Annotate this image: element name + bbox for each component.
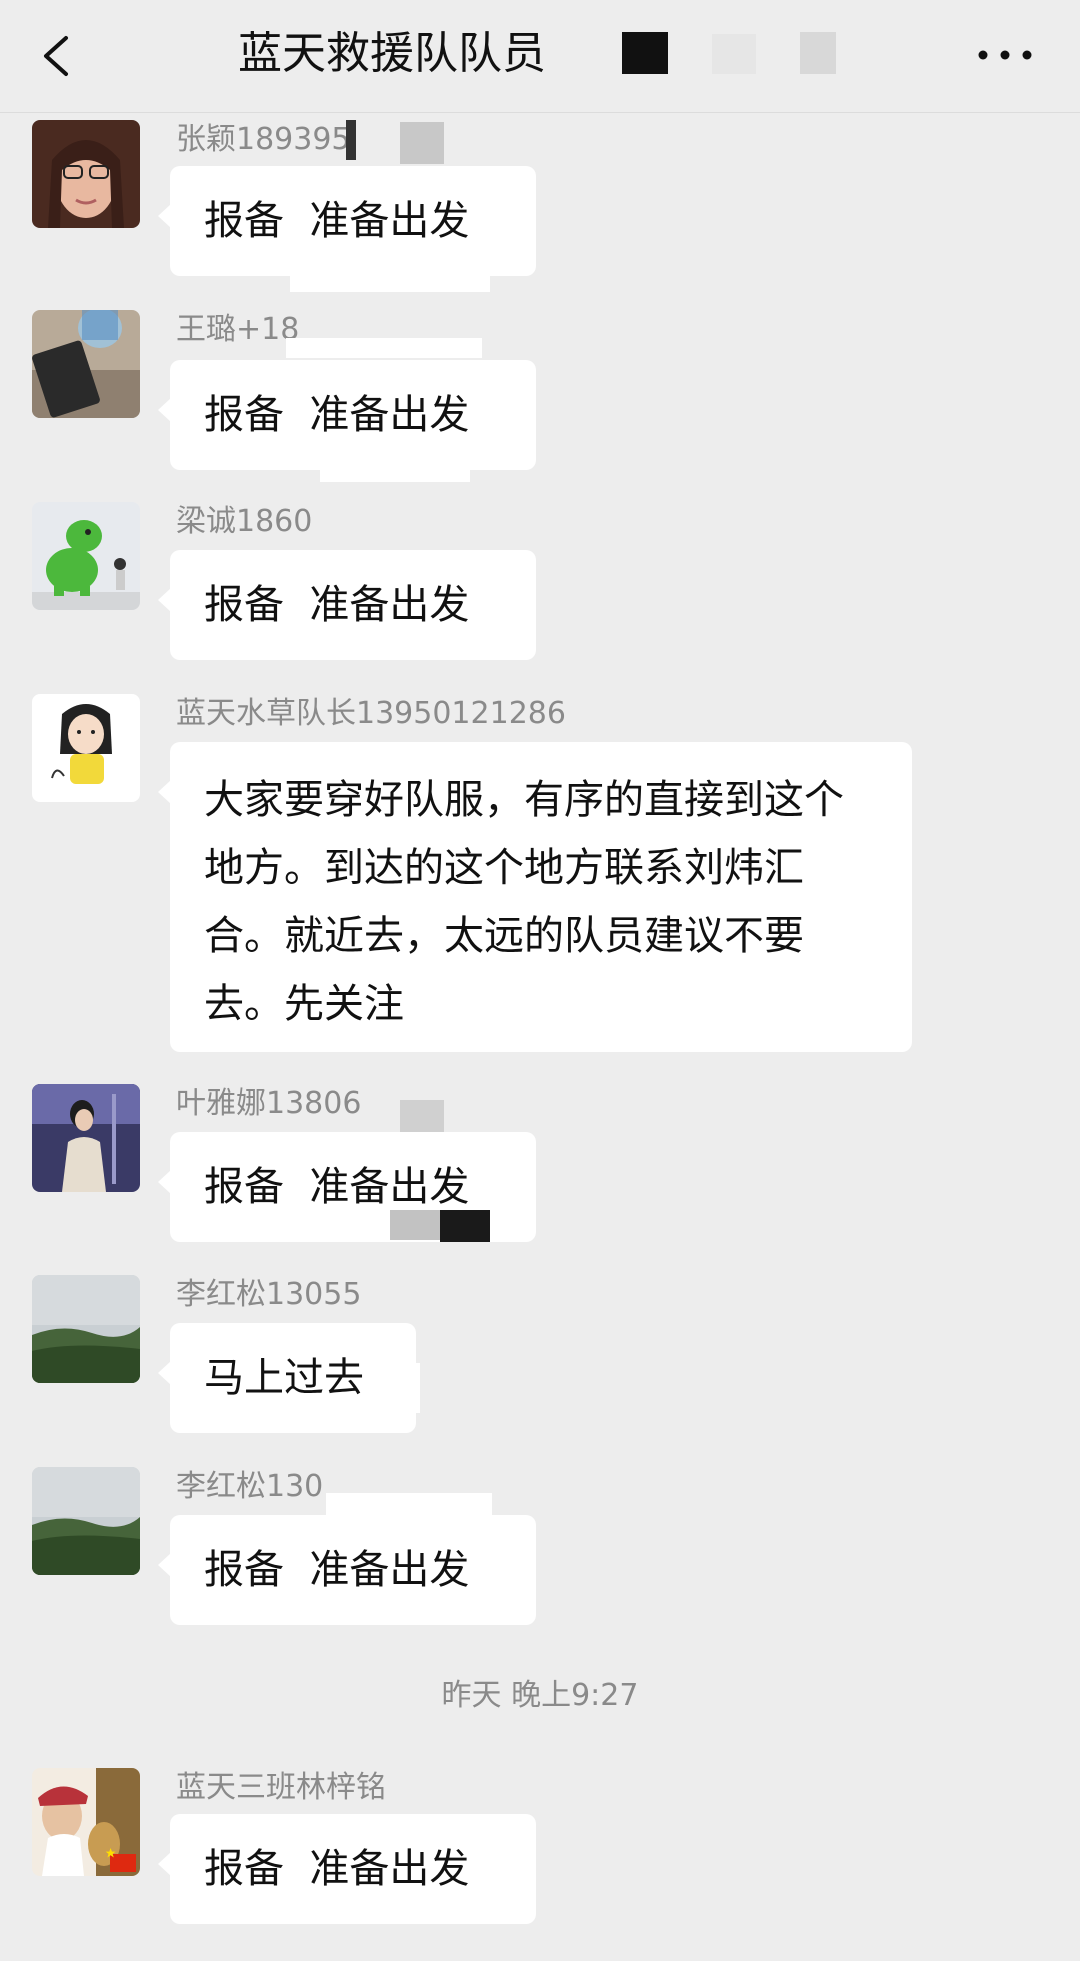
avatar[interactable] <box>32 502 140 610</box>
redaction-block <box>326 1493 492 1515</box>
message-text: 报备 准备出发 <box>204 1547 470 1593</box>
avatar[interactable] <box>32 120 140 228</box>
redaction-block <box>390 1279 450 1311</box>
avatar[interactable] <box>32 310 140 418</box>
sender-name: 李红松13055 <box>176 1277 362 1312</box>
sender-name: 李红松130 <box>176 1469 324 1504</box>
message-bubble[interactable]: 报备 准备出发 <box>158 1814 536 1924</box>
message-text: 报备 准备出发 <box>204 198 470 244</box>
message-bubble[interactable]: 报备 准备出发 <box>158 1515 536 1625</box>
sender-name: 张颖189395 <box>176 122 351 157</box>
avatar[interactable] <box>32 1467 140 1575</box>
avatar[interactable] <box>32 1768 140 1876</box>
redaction-block <box>362 1084 374 1124</box>
message-text: 报备 准备出发 <box>204 392 470 438</box>
back-chevron-icon[interactable] <box>38 34 78 78</box>
redaction-block <box>622 32 668 74</box>
redaction-block <box>800 32 836 74</box>
redaction-block <box>376 1363 420 1413</box>
avatar[interactable] <box>32 694 140 802</box>
more-dots-icon[interactable] <box>975 38 1035 72</box>
redaction-block <box>320 462 470 482</box>
sender-name: 蓝天三班林梓铭 <box>176 1770 386 1805</box>
redaction-block <box>286 338 482 358</box>
avatar[interactable] <box>32 1084 140 1192</box>
message-text: 马上过去 <box>204 1355 364 1401</box>
redaction-block <box>290 270 490 292</box>
sender-name: 梁诚1860 <box>176 504 313 539</box>
timestamp: 昨天 晚上9:27 <box>441 1678 639 1713</box>
redaction-block <box>712 34 756 74</box>
sender-name: 蓝天水草队长13950121286 <box>176 696 566 731</box>
chat-title: 蓝天救援队队员 <box>238 28 546 79</box>
message-bubble[interactable]: 报备 准备出发 <box>158 166 536 276</box>
sender-name: 王璐+18 <box>176 312 300 347</box>
message-text: 报备 准备出发 <box>204 1164 470 1210</box>
avatar[interactable] <box>32 1275 140 1383</box>
sender-name: 叶雅娜13806 <box>176 1086 362 1121</box>
redaction-block <box>452 980 642 1040</box>
message-text: 报备 准备出发 <box>204 1846 470 1892</box>
message-bubble[interactable]: 报备 准备出发 <box>158 360 536 470</box>
redaction-block <box>440 1210 490 1242</box>
message-bubble[interactable]: 报备 准备出发 <box>158 550 536 660</box>
redaction-block <box>346 120 356 160</box>
message-text: 报备 准备出发 <box>204 582 470 628</box>
chat-header: 蓝天救援队队员 <box>0 0 1080 113</box>
redaction-block <box>400 122 444 164</box>
